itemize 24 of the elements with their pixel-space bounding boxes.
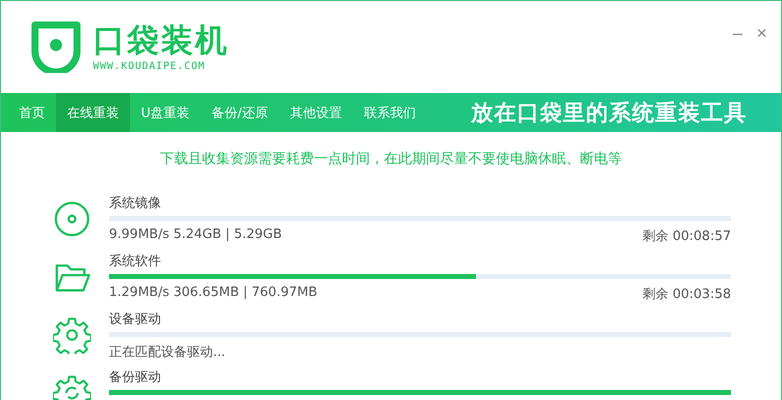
task-name: 设备驱动 bbox=[109, 312, 162, 328]
task-name: 系统镜像 bbox=[109, 196, 162, 212]
disc-icon bbox=[53, 200, 91, 238]
time-remaining: 剩余 00:03:58 bbox=[642, 286, 731, 303]
nav-tab[interactable]: 其他设置 bbox=[278, 93, 353, 132]
website-url: WWW.KOUDAIPE.COM bbox=[93, 61, 206, 72]
app-name: 口袋装机 bbox=[93, 21, 229, 59]
time-remaining: 剩余 00:08:57 bbox=[642, 228, 731, 245]
close-button[interactable]: × bbox=[756, 23, 767, 44]
nav-tab[interactable]: 首页 bbox=[1, 93, 56, 132]
notice-text: 下载且收集资源需要耗费一点时间，在此期间尽量不要使电脑休眠、断电等 bbox=[159, 150, 623, 168]
shield-logo-icon bbox=[31, 21, 81, 73]
task-name: 备份驱动 bbox=[109, 370, 162, 386]
gear-icon bbox=[53, 316, 91, 354]
nav-tab[interactable]: U盘重装 bbox=[130, 93, 201, 132]
task-detail: 9.99MB/s 5.24GB | 5.29GB bbox=[109, 227, 282, 244]
task-name: 系统软件 bbox=[109, 254, 162, 270]
nav-tab[interactable]: 备份/还原 bbox=[200, 93, 279, 132]
task-detail: 1.29MB/s 306.65MB | 760.97MB bbox=[109, 285, 318, 302]
slogan: 放在口袋里的系统重装工具 bbox=[471, 100, 747, 128]
minimize-button[interactable]: – bbox=[732, 23, 742, 44]
nav-tab[interactable]: 在线重装 bbox=[56, 93, 130, 132]
nav-tab[interactable]: 联系我们 bbox=[352, 93, 427, 132]
task-detail: 正在匹配设备驱动... bbox=[109, 344, 226, 361]
